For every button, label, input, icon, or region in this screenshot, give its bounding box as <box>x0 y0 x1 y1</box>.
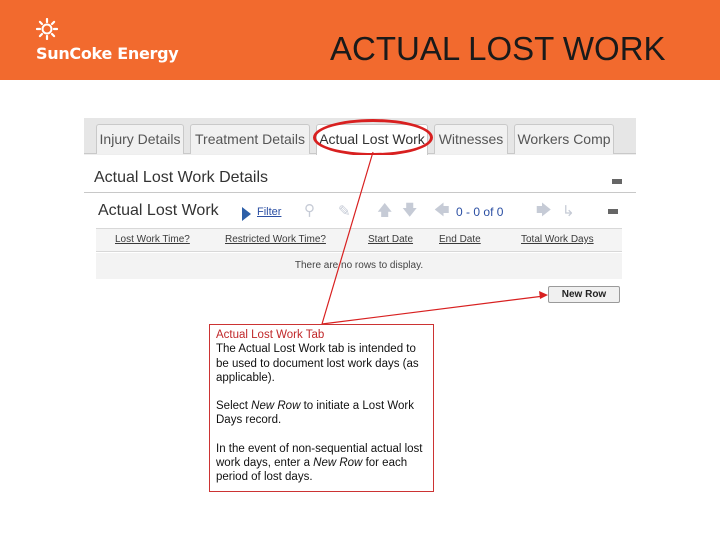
play-icon[interactable] <box>242 207 251 221</box>
tab-bar: Injury Details Treatment Details Actual … <box>84 118 636 156</box>
tab-injury-details[interactable]: Injury Details <box>96 124 184 154</box>
column-header-row: Lost Work Time? Restricted Work Time? St… <box>96 228 622 252</box>
pager-total: 0 <box>496 205 504 219</box>
panel-title: Actual Lost Work Details <box>94 169 268 186</box>
brand-name: SunCoke Energy <box>36 44 179 63</box>
pager-of: of <box>483 205 494 219</box>
callout-event-emphasis: New Row <box>313 457 363 470</box>
grid-toolbar: Actual Lost Work Filter ⚲ ✎ 🡅 🡇 🡄 0 - 0 … <box>94 196 622 226</box>
callout-box: Actual Lost Work Tab The Actual Lost Wor… <box>209 324 434 492</box>
pager-from: 0 <box>456 205 463 219</box>
column-end-date[interactable]: End Date <box>439 234 481 245</box>
slide-title: ACTUAL LOST WORK <box>330 30 666 67</box>
pager: 0 - 0 of 0 <box>456 205 503 219</box>
collapse-icon[interactable] <box>612 179 622 184</box>
export-icon: ↳ <box>562 203 575 220</box>
callout-intro: The Actual Lost Work tab is intended to … <box>216 343 419 384</box>
grid-title: Actual Lost Work <box>98 202 219 219</box>
empty-message: There are no rows to display. <box>96 253 622 279</box>
pager-sep: - <box>466 205 471 219</box>
callout-select-emphasis: New Row <box>251 400 301 413</box>
sun-icon <box>36 18 58 40</box>
grid-collapse-icon[interactable] <box>608 209 618 214</box>
callout-event: In the event of non-sequential actual lo… <box>216 442 423 484</box>
tab-highlight-circle <box>313 119 433 156</box>
app-screenshot: Injury Details Treatment Details Actual … <box>84 118 636 310</box>
filter-link[interactable]: Filter <box>257 206 281 218</box>
arrow-up-icon: 🡅 <box>377 202 393 219</box>
edit-icon: ✎ <box>338 203 351 220</box>
column-restricted-work-time[interactable]: Restricted Work Time? <box>225 234 326 245</box>
header-banner: SunCoke Energy ACTUAL LOST WORK <box>0 0 720 80</box>
arrow-left-icon: 🡄 <box>434 202 450 219</box>
callout-heading: Actual Lost Work Tab <box>216 329 325 341</box>
tab-workers-comp[interactable]: Workers Comp <box>514 124 614 154</box>
pager-to: 0 <box>473 205 481 219</box>
new-row-button[interactable]: New Row <box>548 286 620 303</box>
column-lost-work-time[interactable]: Lost Work Time? <box>115 234 190 245</box>
callout-select: Select New Row to initiate a Lost Work D… <box>216 400 414 427</box>
arrow-down-icon: 🡇 <box>402 202 418 219</box>
search-icon: ⚲ <box>304 202 315 219</box>
arrow-right-icon: 🡆 <box>536 202 552 219</box>
column-start-date[interactable]: Start Date <box>368 234 413 245</box>
panel-header: Actual Lost Work Details <box>84 163 636 193</box>
tab-treatment-details[interactable]: Treatment Details <box>190 124 310 154</box>
column-total-work-days[interactable]: Total Work Days <box>521 234 594 245</box>
tab-witnesses[interactable]: Witnesses <box>434 124 508 154</box>
